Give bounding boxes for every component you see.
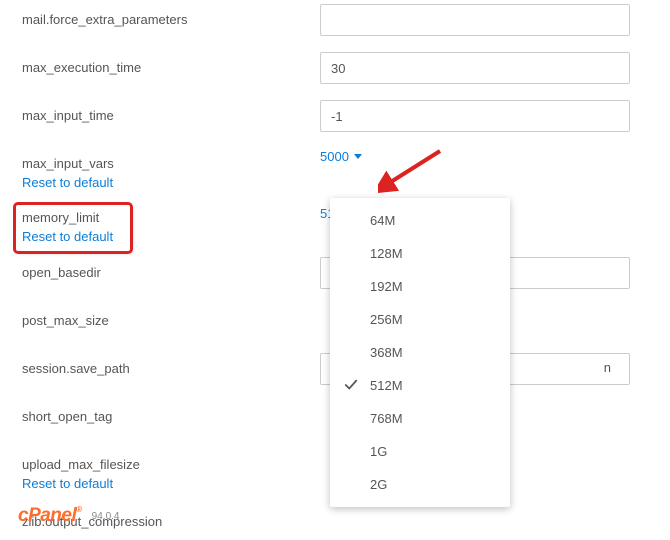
footer: cPanel® 94.0.4 xyxy=(18,505,119,527)
dropdown-option-368m[interactable]: 368M xyxy=(330,336,510,369)
version-text: 94.0.4 xyxy=(92,511,120,522)
dropdown-option-256m[interactable]: 256M xyxy=(330,303,510,336)
label-text: max_input_vars xyxy=(22,156,114,171)
label-text: upload_max_filesize xyxy=(22,457,140,472)
setting-label: max_input_time xyxy=(0,100,320,125)
setting-label: max_execution_time xyxy=(0,52,320,77)
max-input-vars-dropdown[interactable]: 5000 xyxy=(320,148,362,164)
dropdown-option-192m[interactable]: 192M xyxy=(330,270,510,303)
reset-link[interactable]: Reset to default xyxy=(22,475,320,493)
dropdown-option-2g[interactable]: 2G xyxy=(330,468,510,501)
memory-limit-highlight-box: memory_limit Reset to default xyxy=(16,205,130,251)
max-execution-time-input[interactable] xyxy=(320,52,630,84)
caret-down-icon xyxy=(354,154,362,159)
setting-label: short_open_tag xyxy=(0,401,320,426)
dropdown-option-1g[interactable]: 1G xyxy=(330,435,510,468)
cpanel-logo: cPanel® xyxy=(18,505,82,527)
dropdown-option-128m[interactable]: 128M xyxy=(330,237,510,270)
partial-text: n xyxy=(604,360,611,375)
setting-label: session.save_path xyxy=(0,353,320,378)
setting-label: max_input_vars Reset to default xyxy=(0,148,320,191)
label-text: memory_limit xyxy=(22,209,124,227)
setting-row-max-input-time: max_input_time xyxy=(0,100,670,134)
dropdown-option-768m[interactable]: 768M xyxy=(330,402,510,435)
max-input-time-input[interactable] xyxy=(320,100,630,132)
setting-label: mail.force_extra_parameters xyxy=(0,4,320,29)
setting-row-max-execution-time: max_execution_time xyxy=(0,52,670,86)
checkmark-icon xyxy=(344,378,358,392)
setting-row-max-input-vars: max_input_vars Reset to default 5000 xyxy=(0,148,670,191)
dropdown-option-512m[interactable]: 512M xyxy=(330,369,510,402)
reset-link[interactable]: Reset to default xyxy=(22,174,320,192)
mail-force-extra-parameters-input[interactable] xyxy=(320,4,630,36)
dropdown-value: 5000 xyxy=(320,149,349,164)
dropdown-option-64m[interactable]: 64M xyxy=(330,204,510,237)
setting-row-mail-force-extra-parameters: mail.force_extra_parameters xyxy=(0,4,670,38)
memory-limit-dropdown-menu: 64M 128M 192M 256M 368M 512M 768M 1G 2G xyxy=(330,198,510,507)
setting-label: upload_max_filesize Reset to default xyxy=(0,449,320,492)
setting-label: open_basedir xyxy=(0,257,320,282)
reset-link[interactable]: Reset to default xyxy=(22,228,124,246)
setting-label: post_max_size xyxy=(0,305,320,330)
